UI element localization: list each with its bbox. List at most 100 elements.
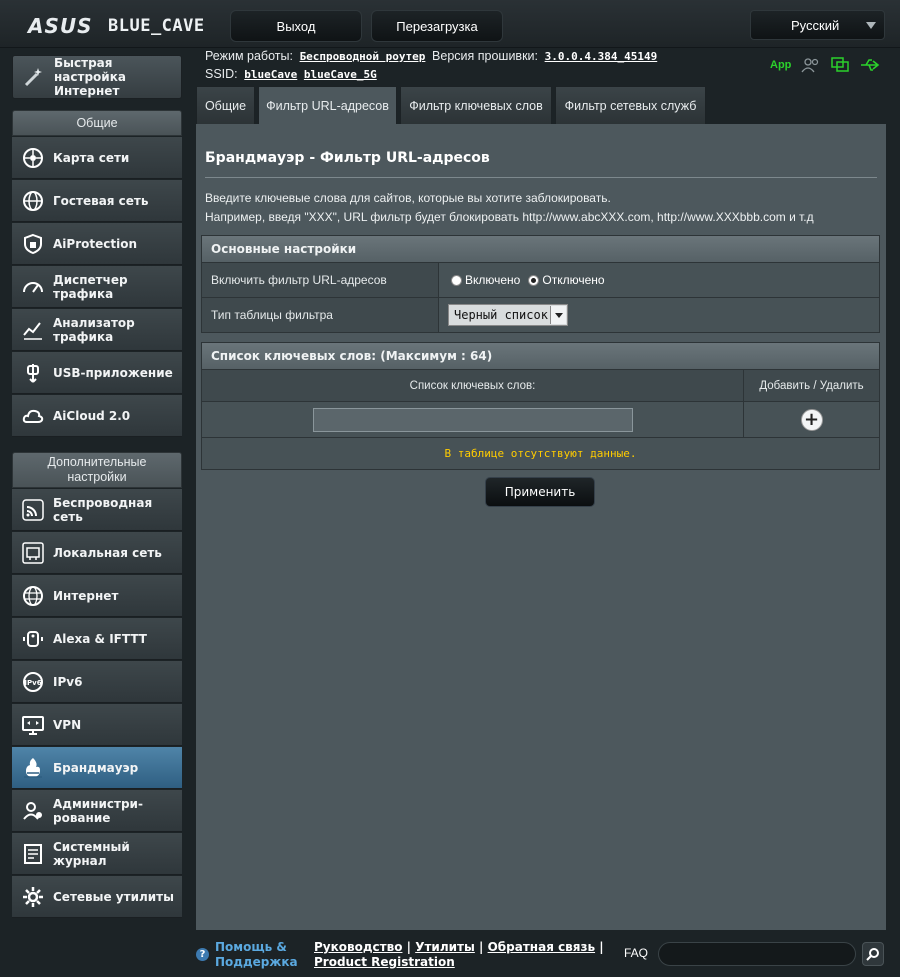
- mode-label: Режим работы:: [205, 49, 293, 63]
- sidebar-item-network-map[interactable]: Карта сети: [12, 137, 182, 179]
- asus-logo: ASUS: [28, 14, 93, 38]
- log-icon: [20, 841, 46, 867]
- firmware-link[interactable]: 3.0.0.4.384_45149: [545, 50, 658, 63]
- network-map-icon: [20, 145, 46, 171]
- sidebar-item-network-tools[interactable]: Сетевые утилиты: [12, 876, 182, 918]
- logout-button[interactable]: Выход: [230, 10, 362, 42]
- sidebar-item-label: Карта сети: [53, 150, 130, 165]
- reboot-button[interactable]: Перезагрузка: [371, 10, 503, 42]
- faq-search-input[interactable]: [658, 942, 856, 966]
- quick-setup-label: Быстрая настройка Интернет: [54, 56, 126, 98]
- sidebar-item-internet[interactable]: Интернет: [12, 575, 182, 617]
- sidebar-item-label: AiProtection: [53, 236, 137, 251]
- admin-icon: [20, 798, 46, 824]
- enable-on-radio[interactable]: [451, 274, 462, 286]
- advanced-section-header: Дополнительные настройки: [12, 452, 182, 488]
- app-icon[interactable]: App: [770, 59, 791, 71]
- usb-status-icon[interactable]: [859, 57, 881, 73]
- basic-settings-header: Основные настройки: [202, 236, 879, 262]
- description-line-2: Например, введя "XXX", URL фильтр будет …: [205, 210, 814, 224]
- keyword-list-header: Список ключевых слов: (Максимум : 64): [202, 343, 879, 369]
- sidebar-item-label: Брандмауэр: [53, 760, 139, 775]
- status-icons: App: [770, 57, 881, 73]
- ipv6-icon: IPv6: [20, 669, 46, 695]
- filter-table-type-select[interactable]: Черный список: [448, 304, 568, 326]
- empty-table-message: В таблице отсутствуют данные.: [202, 437, 879, 469]
- enable-filter-row: Включить фильтр URL-адресов Включено Отк…: [202, 262, 879, 297]
- keyword-list-columns: Список ключевых слов: Добавить / Удалить: [202, 369, 879, 401]
- sidebar-item-label: Локальная сеть: [53, 545, 162, 560]
- filter-table-type-row: Тип таблицы фильтра Черный список: [202, 297, 879, 332]
- ssid-link-1[interactable]: blueCave: [244, 68, 297, 81]
- utility-link[interactable]: Утилиты: [415, 940, 475, 954]
- sidebar-item-vpn[interactable]: VPN: [12, 704, 182, 746]
- sidebar-item-aiprotection[interactable]: AiProtection: [12, 223, 182, 265]
- sidebar-item-guest-network[interactable]: Гостевая сеть: [12, 180, 182, 222]
- sidebar-item-ipv6[interactable]: IPv6 IPv6: [12, 661, 182, 703]
- magic-wand-icon: [21, 64, 47, 90]
- sidebar-item-alexa-ifttt[interactable]: Alexa & IFTTT: [12, 618, 182, 660]
- enable-off-label: Отключено: [542, 273, 605, 287]
- search-button[interactable]: [862, 942, 884, 966]
- chevron-down-icon: [866, 22, 876, 29]
- enable-off-radio[interactable]: [528, 274, 540, 286]
- tab-url-filter[interactable]: Фильтр URL-адресов: [258, 86, 397, 124]
- ssid-label: SSID:: [205, 67, 238, 81]
- language-select[interactable]: Русский: [750, 10, 885, 40]
- svg-text:IPv6: IPv6: [24, 679, 41, 687]
- sidebar-item-label: Администри- рование: [53, 796, 143, 825]
- sidebar-item-label: Беспроводная сеть: [53, 495, 153, 524]
- sidebar-item-lan[interactable]: Локальная сеть: [12, 532, 182, 574]
- sidebar-item-usb-application[interactable]: USB-приложение: [12, 352, 182, 394]
- main-panel: Брандмауэр - Фильтр URL-адресов Введите …: [196, 124, 886, 930]
- traffic-manager-icon: [20, 274, 46, 300]
- tab-keyword-filter[interactable]: Фильтр ключевых слов: [400, 86, 552, 124]
- feedback-link[interactable]: Обратная связь: [488, 940, 595, 954]
- enable-filter-label: Включить фильтр URL-адресов: [202, 263, 439, 297]
- language-value: Русский: [791, 17, 840, 33]
- sidebar-item-label: Интернет: [53, 588, 119, 603]
- sidebar-item-administration[interactable]: Администри- рование: [12, 790, 182, 832]
- vpn-icon: [20, 712, 46, 738]
- chevron-down-icon: [550, 306, 566, 324]
- mode-link[interactable]: Беспроводной роутер: [300, 50, 426, 63]
- sidebar-item-traffic-analyzer[interactable]: Анализатор трафика: [12, 309, 182, 351]
- product-registration-link[interactable]: Product Registration: [314, 955, 455, 969]
- sidebar-item-label: VPN: [53, 717, 82, 732]
- description-line-1: Введите ключевые слова для сайтов, котор…: [205, 191, 611, 205]
- cloud-icon: [20, 403, 46, 429]
- sidebar-item-aicloud[interactable]: AiCloud 2.0: [12, 395, 182, 437]
- sidebar-item-traffic-manager[interactable]: Диспетчер трафика: [12, 266, 182, 308]
- manual-link[interactable]: Руководство: [314, 940, 402, 954]
- sidebar-item-system-log[interactable]: Системный журнал: [12, 833, 182, 875]
- basic-settings-table: Основные настройки Включить фильтр URL-а…: [201, 235, 880, 333]
- filter-table-type-value: Черный список: [454, 308, 548, 322]
- help-support[interactable]: ? Помощь & Поддержка: [196, 940, 298, 970]
- quick-setup-button[interactable]: Быстрая настройка Интернет: [12, 55, 182, 99]
- traffic-analyzer-icon: [20, 317, 46, 343]
- search-icon: [866, 948, 879, 961]
- usb-icon: [20, 360, 46, 386]
- sidebar-item-wireless[interactable]: Беспроводная сеть: [12, 489, 182, 531]
- alexa-icon: [20, 626, 46, 652]
- network-status-icon[interactable]: [831, 57, 850, 73]
- help-icon: ?: [196, 948, 209, 961]
- keyword-input[interactable]: [312, 407, 633, 432]
- clients-icon[interactable]: [801, 57, 821, 73]
- sidebar-item-label: Анализатор трафика: [53, 315, 135, 344]
- add-icon[interactable]: +: [800, 408, 823, 431]
- sidebar-item-firewall[interactable]: Брандмауэр: [12, 747, 182, 789]
- ssid-link-2[interactable]: blueCave_5G: [304, 68, 377, 81]
- tab-network-services-filter[interactable]: Фильтр сетевых служб: [555, 86, 706, 124]
- apply-button[interactable]: Применить: [485, 477, 595, 507]
- sidebar-item-label: Сетевые утилиты: [53, 889, 174, 904]
- footer-links: Руководство | Утилиты | Обратная связь |…: [314, 940, 604, 969]
- firmware-label: Версия прошивки:: [432, 49, 538, 63]
- tab-general[interactable]: Общие: [196, 86, 255, 124]
- gear-icon: [20, 884, 46, 910]
- sidebar-item-label: Гостевая сеть: [53, 193, 149, 208]
- filter-table-type-label: Тип таблицы фильтра: [202, 298, 439, 332]
- help-support-link[interactable]: Помощь & Поддержка: [215, 940, 298, 970]
- firewall-icon: [20, 755, 46, 781]
- sidebar-item-label: IPv6: [53, 674, 83, 689]
